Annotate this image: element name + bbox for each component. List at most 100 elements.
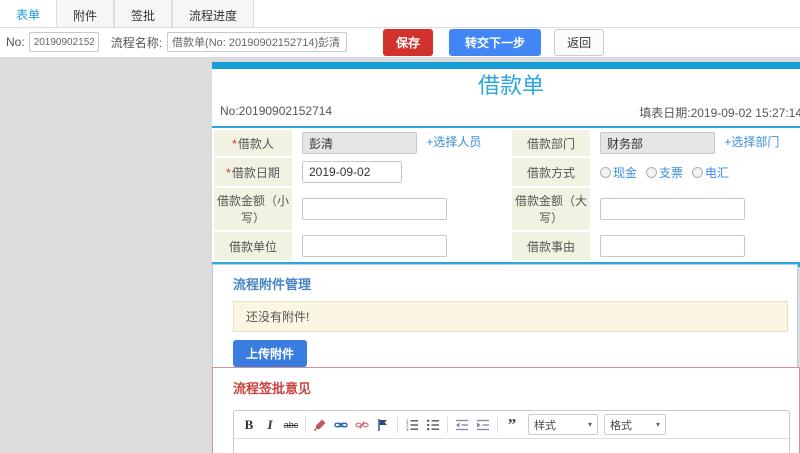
select-person-link[interactable]: +选择人员 (426, 135, 481, 149)
required-marker: * (232, 136, 237, 151)
radio-wire[interactable]: 电汇 (692, 164, 729, 181)
blockquote-icon[interactable]: ” (502, 415, 522, 435)
form-no-text: No:20190902152714 (220, 104, 333, 118)
department-label-cell: 借款部门 (512, 130, 590, 156)
amount-upper-field-cell (592, 188, 800, 230)
loan-method-field-cell: 现金 支票 电汇 (592, 158, 800, 186)
loan-form-table: *借款人 +选择人员 借款部门 +选择部门 *借款日期 (212, 128, 800, 262)
borrower-label: 借款人 (237, 136, 274, 151)
loan-reason-label: 借款事由 (526, 239, 575, 254)
tab-attachments[interactable]: 附件 (56, 0, 115, 27)
radio-icon (600, 166, 611, 178)
next-step-button[interactable]: 转交下一步 (449, 28, 542, 56)
attachments-panel: 流程附件管理 还没有附件! 上传附件 (212, 264, 798, 379)
save-button[interactable]: 保存 (383, 28, 434, 56)
radio-cash-label: 现金 (613, 165, 638, 180)
link-icon[interactable] (331, 415, 351, 435)
editor-content-area[interactable] (234, 439, 789, 453)
workspace: 借款单 No:20190902152714 填表日期:2019-09-02 15… (0, 57, 800, 453)
no-label: No: (6, 35, 25, 49)
borrower-field-cell: +选择人员 (294, 130, 510, 156)
no-input[interactable] (28, 32, 99, 52)
department-label: 借款部门 (526, 136, 575, 151)
amount-uppercase-input[interactable] (600, 198, 745, 220)
rich-text-editor: B I abc 123 ” 样式 ▾ 格式 ▾ (233, 410, 790, 453)
approval-heading: 流程签批意见 (233, 381, 312, 396)
toolbar-separator (497, 416, 498, 433)
loan-reason-input[interactable] (600, 235, 745, 257)
styles-dropdown-label: 样式 (534, 419, 556, 432)
tab-process-progress[interactable]: 流程进度 (172, 0, 255, 27)
radio-icon (646, 166, 658, 178)
amount-lower-label: 借款金额（小写） (217, 194, 290, 225)
select-department-link[interactable]: +选择部门 (724, 135, 779, 149)
anchor-flag-icon[interactable] (373, 415, 393, 435)
chevron-down-icon: ▾ (587, 420, 592, 429)
tab-form[interactable]: 表单 (0, 0, 57, 27)
radio-check-label: 支票 (659, 165, 684, 180)
chevron-down-icon: ▾ (655, 420, 660, 429)
amount-lowercase-input[interactable] (302, 198, 447, 220)
table-row: *借款人 +选择人员 借款部门 +选择部门 (214, 130, 800, 156)
svg-text:3: 3 (406, 426, 409, 431)
loan-date-field-cell (294, 158, 510, 186)
loan-date-label-cell: *借款日期 (214, 158, 292, 186)
back-button[interactable]: 返回 (554, 28, 605, 56)
approval-panel: 流程签批意见 B I abc 1 2 3 ” 样式 ▾ 格式 ▾ (212, 367, 800, 453)
radio-wire-label: 电汇 (705, 165, 730, 180)
table-row: 借款金额（小写） 借款金额（大写） (214, 188, 800, 230)
amount-upper-label: 借款金额（大写） (515, 194, 588, 225)
form-meta-row: No:20190902152714 填表日期:2019-09-02 15:27:… (212, 98, 800, 128)
panel-top-bar (212, 62, 800, 69)
form-title: 借款单 (477, 73, 544, 98)
department-field-cell: +选择部门 (592, 130, 800, 156)
radio-check[interactable]: 支票 (646, 164, 683, 181)
borrower-input[interactable] (302, 132, 417, 154)
attachments-heading: 流程附件管理 (233, 277, 312, 292)
loan-method-label-cell: 借款方式 (512, 158, 590, 186)
tab-bar: 表单 附件 签批 流程进度 (0, 0, 800, 28)
amount-lower-field-cell (294, 188, 510, 230)
radio-icon (692, 166, 704, 178)
upload-attachment-button[interactable]: 上传附件 (233, 340, 308, 367)
toolbar-separator (447, 416, 448, 433)
outdent-icon[interactable] (452, 415, 472, 435)
loan-unit-label-cell: 借款单位 (214, 232, 292, 260)
unlink-icon[interactable] (352, 415, 372, 435)
loan-date-input[interactable] (302, 161, 402, 183)
numbered-list-icon[interactable]: 123 (402, 415, 422, 435)
editor-toolbar: B I abc 123 ” 样式 ▾ 格式 ▾ (234, 411, 789, 439)
bold-icon[interactable]: B (239, 415, 259, 435)
copy-formatting-icon[interactable] (310, 415, 330, 435)
strikethrough-icon[interactable]: abc (281, 415, 301, 435)
toolbar-separator (305, 416, 306, 433)
loan-unit-input[interactable] (302, 235, 447, 257)
loan-unit-label: 借款单位 (228, 239, 277, 254)
toolbar-separator (397, 416, 398, 433)
required-marker: * (226, 165, 231, 180)
amount-upper-label-cell: 借款金额（大写） (512, 188, 590, 230)
action-bar: No: 流程名称: 保存 转交下一步 返回 (0, 28, 800, 56)
italic-icon[interactable]: I (260, 415, 280, 435)
table-row: 借款单位 借款事由 (214, 232, 800, 260)
process-name-input[interactable] (167, 32, 348, 52)
styles-dropdown[interactable]: 样式 ▾ (528, 414, 598, 435)
table-row: *借款日期 借款方式 现金 支票 (214, 158, 800, 186)
loan-unit-field-cell (294, 232, 510, 260)
loan-date-label: 借款日期 (231, 165, 280, 180)
loan-method-radio-group: 现金 支票 电汇 (600, 164, 736, 181)
format-dropdown[interactable]: 格式 ▾ (604, 414, 666, 435)
borrower-label-cell: *借款人 (214, 130, 292, 156)
amount-lower-label-cell: 借款金额（小写） (214, 188, 292, 230)
loan-reason-field-cell (592, 232, 800, 260)
tab-approval[interactable]: 签批 (114, 0, 173, 27)
radio-cash[interactable]: 现金 (600, 164, 637, 181)
loan-method-label: 借款方式 (526, 165, 575, 180)
no-attachments-alert: 还没有附件! (233, 301, 788, 332)
process-name-label: 流程名称: (110, 35, 163, 50)
indent-icon[interactable] (473, 415, 493, 435)
bullet-list-icon[interactable] (423, 415, 443, 435)
department-input[interactable] (600, 132, 715, 154)
loan-form-panel: 借款单 No:20190902152714 填表日期:2019-09-02 15… (212, 62, 800, 267)
format-dropdown-label: 格式 (610, 419, 632, 432)
